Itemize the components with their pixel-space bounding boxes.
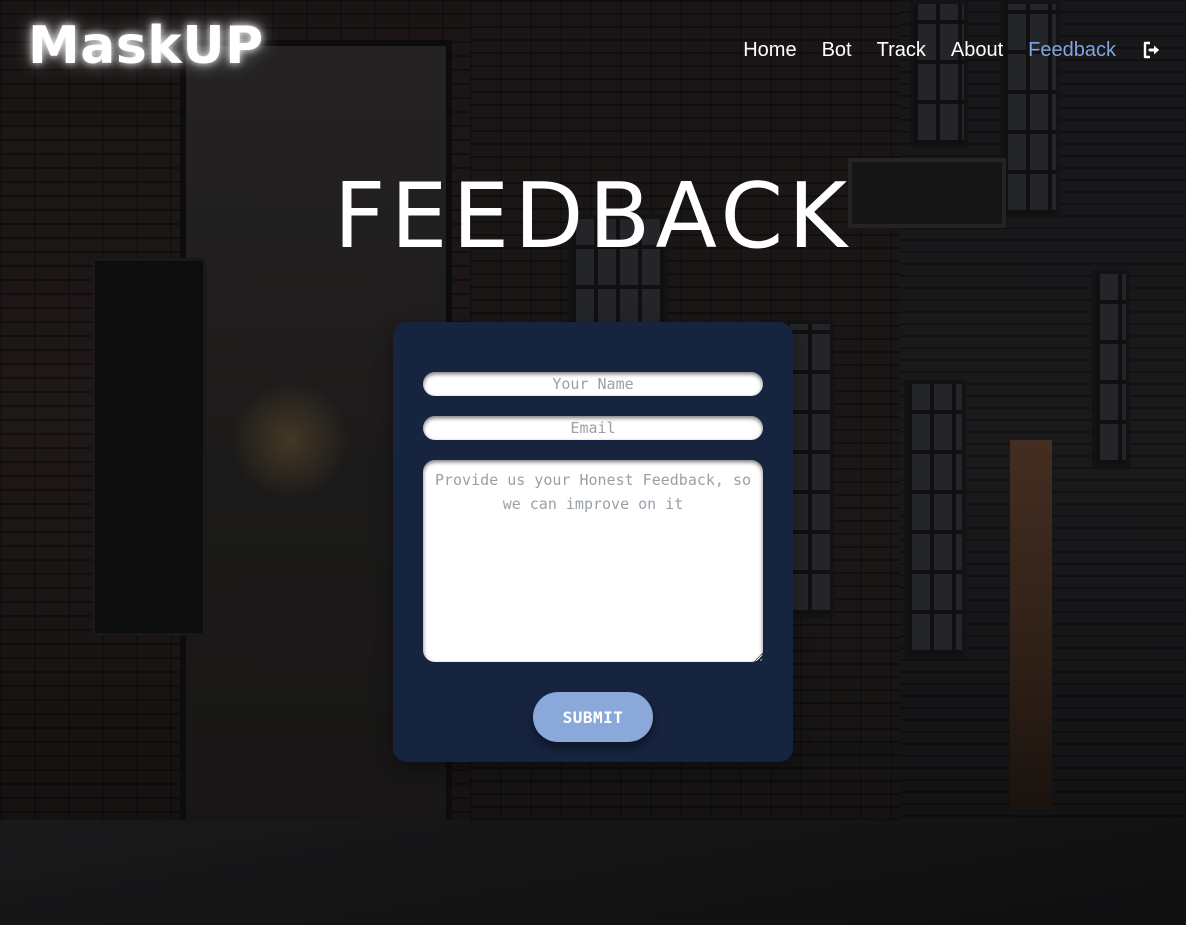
brand-logo[interactable]: MaskUP [28, 16, 264, 76]
nav-item-feedback[interactable]: Feedback [1028, 39, 1116, 62]
nav-item-track[interactable]: Track [877, 39, 926, 62]
feedback-form-card: SUBMIT [393, 322, 793, 762]
nav-item-about[interactable]: About [951, 39, 1003, 62]
submit-button[interactable]: SUBMIT [533, 692, 653, 742]
nav-item-home[interactable]: Home [743, 39, 796, 62]
name-input[interactable] [423, 372, 763, 396]
sign-out-icon[interactable] [1142, 40, 1162, 60]
main-nav: Home Bot Track About Feedback [718, 36, 1162, 64]
email-input[interactable] [423, 416, 763, 440]
page-title: FEEDBACK [333, 164, 853, 269]
nav-item-bot[interactable]: Bot [822, 39, 852, 62]
feedback-textarea[interactable] [423, 460, 763, 662]
